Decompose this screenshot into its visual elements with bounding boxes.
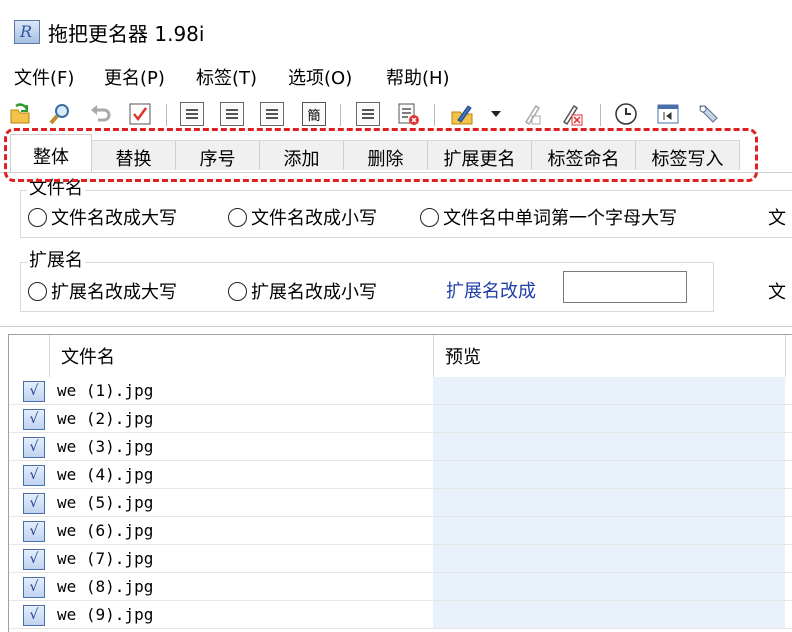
menu-file[interactable]: 文件(F) — [14, 64, 74, 90]
window-icon[interactable] — [656, 102, 680, 126]
row-preview — [433, 489, 785, 516]
column-header-filename[interactable]: 文件名 — [61, 335, 115, 377]
radio-label: 文件名改成大写 — [51, 208, 177, 229]
table-row[interactable]: √ we (1).jpg — [9, 377, 792, 405]
clock-icon[interactable] — [614, 102, 638, 126]
menu-help[interactable]: 帮助(H) — [386, 64, 450, 90]
refresh-open-icon[interactable] — [8, 102, 32, 126]
menu-bar: 文件(F) 更名(P) 标签(T) 选项(O) 帮助(H) — [0, 58, 792, 94]
menu-tags[interactable]: 标签(T) — [196, 64, 257, 90]
radio-circle — [28, 281, 47, 301]
row-preview — [433, 601, 785, 628]
radio-extension-lowercase[interactable]: 扩展名改成小写 — [228, 278, 377, 304]
pen-disabled-icon[interactable] — [520, 102, 544, 126]
row-checkbox[interactable]: √ — [23, 577, 45, 598]
row-filename: we (1).jpg — [57, 381, 154, 400]
row-filename: we (5).jpg — [57, 493, 154, 512]
search-icon[interactable] — [48, 102, 72, 126]
document-delete-icon[interactable] — [396, 102, 420, 126]
row-checkbox[interactable]: √ — [23, 437, 45, 458]
tool-icon[interactable] — [696, 102, 720, 126]
radio-circle — [420, 207, 439, 227]
row-checkbox[interactable]: √ — [23, 605, 45, 626]
toolbar-separator — [340, 104, 341, 126]
panel-divider — [0, 326, 792, 327]
table-row[interactable]: √ we (7).jpg — [9, 545, 792, 573]
tabs-highlight-annotation — [4, 128, 758, 182]
column-divider — [433, 335, 434, 377]
radio-extension-uppercase[interactable]: 扩展名改成大写 — [28, 278, 177, 304]
menu-options[interactable]: 选项(O) — [288, 64, 352, 90]
truncated-label: 文 — [768, 208, 786, 229]
row-filename: we (2).jpg — [57, 409, 154, 428]
radio-circle — [228, 207, 247, 227]
list-icon-1[interactable] — [180, 102, 204, 126]
row-preview — [433, 573, 785, 600]
row-checkbox[interactable]: √ — [23, 409, 45, 430]
toolbar: 簡 — [0, 96, 792, 130]
row-filename: we (6).jpg — [57, 521, 154, 540]
app-icon-letter: R — [20, 22, 33, 41]
toolbar-separator — [600, 104, 601, 126]
column-header-preview[interactable]: 预览 — [445, 335, 481, 377]
table-row[interactable]: √ we (4).jpg — [9, 461, 792, 489]
simplified-icon[interactable]: 簡 — [302, 102, 326, 126]
row-filename: we (7).jpg — [57, 549, 154, 568]
table-row[interactable]: √ we (8).jpg — [9, 573, 792, 601]
truncated-label: 文 — [768, 282, 786, 303]
column-divider — [49, 335, 50, 377]
row-preview — [433, 405, 785, 432]
toolbar-separator — [166, 104, 167, 126]
row-preview — [433, 433, 785, 460]
table-row[interactable]: √ we (2).jpg — [9, 405, 792, 433]
row-filename: we (3).jpg — [57, 437, 154, 456]
row-filename: we (9).jpg — [57, 605, 154, 624]
radio-label: 文件名改成小写 — [251, 208, 377, 229]
file-grid[interactable]: 文件名 预览 √ we (1).jpg √ we (2).jpg √ we (3… — [8, 334, 792, 632]
extension-change-link[interactable]: 扩展名改成 — [446, 277, 536, 303]
title-bar: R 拖把更名器 1.98i — [0, 0, 792, 58]
row-preview — [433, 545, 785, 572]
table-row[interactable]: √ we (9).jpg — [9, 601, 792, 629]
column-divider — [785, 335, 786, 377]
dropdown-arrow-icon[interactable] — [488, 102, 504, 126]
table-row[interactable]: √ we (6).jpg — [9, 517, 792, 545]
pen-delete-icon[interactable] — [560, 102, 584, 126]
row-filename: we (4).jpg — [57, 465, 154, 484]
table-row[interactable]: √ we (3).jpg — [9, 433, 792, 461]
radio-label: 扩展名改成大写 — [51, 282, 177, 303]
radio-circle — [228, 281, 247, 301]
radio-circle — [28, 207, 47, 227]
app-icon: R — [14, 20, 40, 44]
undo-icon[interactable] — [88, 102, 112, 126]
row-checkbox[interactable]: √ — [23, 465, 45, 486]
row-filename: we (8).jpg — [57, 577, 154, 596]
radio-label: 文件名中单词第一个字母大写 — [443, 208, 677, 229]
table-row[interactable]: √ we (5).jpg — [9, 489, 792, 517]
radio-filename-capitalize-words[interactable]: 文件名中单词第一个字母大写 — [420, 204, 677, 230]
list-icon-3[interactable] — [260, 102, 284, 126]
window-title: 拖把更名器 1.98i — [48, 22, 205, 46]
row-preview — [433, 461, 785, 488]
radio-label: 扩展名改成小写 — [251, 282, 377, 303]
extension-group-legend: 扩展名 — [27, 250, 85, 271]
row-checkbox[interactable]: √ — [23, 521, 45, 542]
menu-rename[interactable]: 更名(P) — [104, 64, 165, 90]
row-preview — [433, 377, 785, 404]
radio-filename-uppercase[interactable]: 文件名改成大写 — [28, 204, 177, 230]
check-icon[interactable] — [128, 102, 152, 126]
list-icon-2[interactable] — [220, 102, 244, 126]
extension-input[interactable] — [563, 271, 687, 303]
document-icon[interactable] — [356, 102, 380, 126]
radio-filename-lowercase[interactable]: 文件名改成小写 — [228, 204, 377, 230]
row-preview — [433, 517, 785, 544]
row-checkbox[interactable]: √ — [23, 381, 45, 402]
row-checkbox[interactable]: √ — [23, 493, 45, 514]
edit-pen-icon[interactable] — [450, 102, 474, 126]
toolbar-separator — [434, 104, 435, 126]
filename-group-legend: 文件名 — [27, 178, 85, 199]
row-checkbox[interactable]: √ — [23, 549, 45, 570]
